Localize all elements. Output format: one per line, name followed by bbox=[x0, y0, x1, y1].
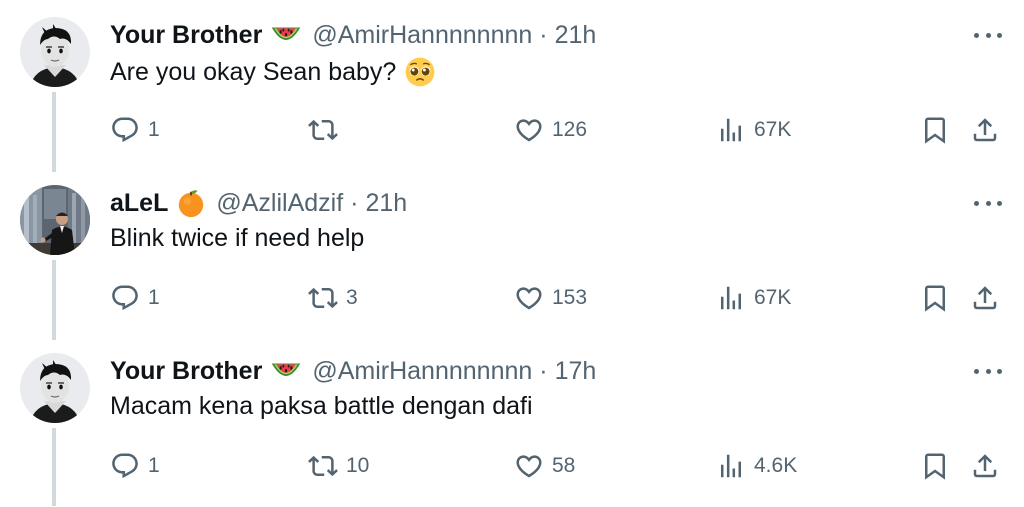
retweet-icon bbox=[308, 283, 338, 313]
retweet-button[interactable]: 10 bbox=[308, 449, 369, 483]
views-count: 4.6K bbox=[754, 454, 798, 477]
reply-button[interactable]: 1 bbox=[110, 449, 160, 483]
separator-dot: · bbox=[350, 188, 359, 217]
tweet-header: Your Brother @AmirHannnnnnnn · 21h bbox=[110, 18, 596, 52]
action-bar: 1 10 58 4.6K bbox=[0, 449, 1024, 483]
retweet-button[interactable] bbox=[308, 113, 346, 147]
bookmark-icon bbox=[920, 451, 950, 481]
tweet-header: Your Brother @AmirHannnnnnnn · 17h bbox=[110, 354, 596, 388]
pleading-face-icon bbox=[404, 56, 436, 88]
tweet[interactable]: Your Brother @AmirHannnnnnnn · 21h Are y… bbox=[0, 0, 1024, 172]
tweet-text-content: Blink twice if need help bbox=[110, 224, 365, 252]
like-button[interactable]: 126 bbox=[514, 113, 587, 147]
share-button[interactable] bbox=[970, 113, 1000, 147]
tweet-text-content: Are you okay Sean baby? bbox=[110, 57, 397, 86]
bookmark-button[interactable] bbox=[920, 281, 950, 315]
user-handle[interactable]: @AzlilAdzif bbox=[216, 189, 343, 218]
views-chart-icon bbox=[716, 283, 746, 313]
share-button[interactable] bbox=[970, 449, 1000, 483]
action-bar: 1 3 153 67K bbox=[0, 281, 1024, 315]
reply-icon bbox=[110, 283, 140, 313]
like-count: 58 bbox=[552, 454, 576, 477]
views-count: 67K bbox=[754, 286, 792, 309]
separator-dot: · bbox=[539, 356, 548, 385]
views-button[interactable]: 67K bbox=[716, 281, 791, 315]
retweet-count: 10 bbox=[346, 454, 370, 477]
tweet[interactable]: Your Brother @AmirHannnnnnnn · 17h Macam… bbox=[0, 336, 1024, 506]
more-dots-icon[interactable] bbox=[974, 28, 1002, 42]
views-count: 67K bbox=[754, 118, 792, 141]
bookmark-button[interactable] bbox=[920, 449, 950, 483]
heart-icon bbox=[514, 283, 544, 313]
reply-icon bbox=[110, 451, 140, 481]
more-dots-icon[interactable] bbox=[974, 364, 1002, 378]
display-name[interactable]: Your Brother bbox=[110, 21, 262, 50]
timestamp[interactable]: 21h bbox=[555, 21, 597, 50]
avatar[interactable] bbox=[20, 353, 90, 423]
display-name[interactable]: Your Brother bbox=[110, 357, 262, 386]
bookmark-button[interactable] bbox=[920, 113, 950, 147]
action-bar: 1 126 67K bbox=[0, 113, 1024, 147]
like-count: 126 bbox=[552, 118, 588, 141]
views-chart-icon bbox=[716, 115, 746, 145]
timestamp[interactable]: 17h bbox=[555, 357, 597, 386]
watermelon-icon bbox=[270, 22, 302, 49]
retweet-button[interactable]: 3 bbox=[308, 281, 358, 315]
tweet-text: Blink twice if need help bbox=[110, 224, 364, 253]
reply-icon bbox=[110, 115, 140, 145]
user-handle[interactable]: @AmirHannnnnnnn bbox=[312, 357, 532, 386]
tweet-text: Are you okay Sean baby? bbox=[110, 56, 436, 88]
reply-count: 1 bbox=[148, 118, 160, 141]
tweet-text-content: Macam kena paksa battle dengan dafi bbox=[110, 392, 533, 420]
reply-count: 1 bbox=[148, 286, 160, 309]
views-button[interactable]: 4.6K bbox=[716, 449, 797, 483]
share-button[interactable] bbox=[970, 281, 1000, 315]
avatar[interactable] bbox=[20, 17, 90, 87]
share-icon bbox=[970, 283, 1000, 313]
reply-thread: Your Brother @AmirHannnnnnnn · 21h Are y… bbox=[0, 0, 1024, 507]
tweet[interactable]: aLeL @AzlilAdzif · 21h Blink twice if ne… bbox=[0, 168, 1024, 340]
like-count: 153 bbox=[552, 286, 588, 309]
reply-count: 1 bbox=[148, 454, 160, 477]
retweet-icon bbox=[308, 115, 338, 145]
orange-circle-icon bbox=[176, 188, 206, 218]
more-dots-icon[interactable] bbox=[974, 196, 1002, 210]
avatar[interactable] bbox=[20, 185, 90, 255]
views-chart-icon bbox=[716, 451, 746, 481]
user-handle[interactable]: @AmirHannnnnnnn bbox=[312, 21, 532, 50]
heart-icon bbox=[514, 451, 544, 481]
watermelon-icon bbox=[270, 358, 302, 385]
heart-icon bbox=[514, 115, 544, 145]
share-icon bbox=[970, 115, 1000, 145]
tweet-header: aLeL @AzlilAdzif · 21h bbox=[110, 186, 407, 220]
views-button[interactable]: 67K bbox=[716, 113, 791, 147]
retweet-count: 3 bbox=[346, 286, 358, 309]
timestamp[interactable]: 21h bbox=[365, 189, 407, 218]
bookmark-icon bbox=[920, 283, 950, 313]
retweet-icon bbox=[308, 451, 338, 481]
display-name[interactable]: aLeL bbox=[110, 189, 168, 218]
reply-button[interactable]: 1 bbox=[110, 113, 160, 147]
separator-dot: · bbox=[539, 20, 548, 49]
like-button[interactable]: 153 bbox=[514, 281, 587, 315]
bookmark-icon bbox=[920, 115, 950, 145]
reply-button[interactable]: 1 bbox=[110, 281, 160, 315]
like-button[interactable]: 58 bbox=[514, 449, 575, 483]
tweet-text: Macam kena paksa battle dengan dafi bbox=[110, 392, 533, 421]
share-icon bbox=[970, 451, 1000, 481]
